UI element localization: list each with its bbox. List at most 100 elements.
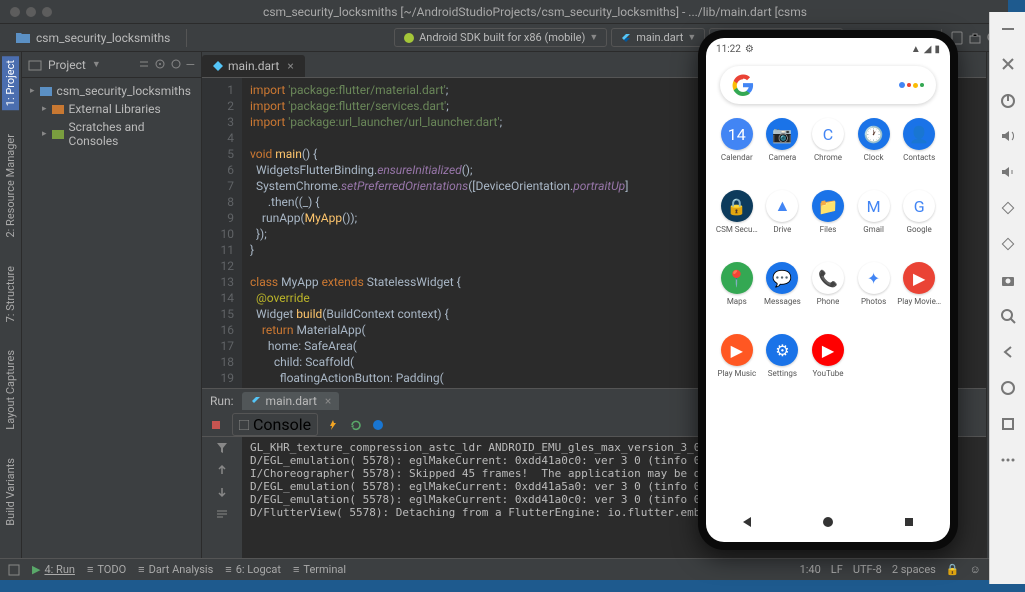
app-youtube[interactable]: ▶YouTube (805, 334, 851, 402)
app-csm-secu-[interactable]: 🔒CSM Secu… (714, 190, 760, 258)
app-camera[interactable]: 📷Camera (760, 118, 806, 186)
home-button[interactable] (821, 515, 835, 529)
app-icon: 🕐 (858, 118, 890, 150)
status-info[interactable]: 2 spaces (892, 563, 936, 576)
app-chrome[interactable]: C Chrome (805, 118, 851, 186)
app-label: Play Movie… (897, 297, 941, 306)
hide-panel-button[interactable]: — (186, 58, 195, 72)
stop-icon[interactable] (210, 419, 222, 431)
emulator-screen[interactable]: 11:22 ⚙ ▲ ◢ ▮ 14Calendar📷CameraCChrome🕐C… (706, 38, 950, 542)
app-clock[interactable]: 🕐Clock (851, 118, 897, 186)
emu-tool-zoom[interactable] (998, 306, 1018, 326)
google-search-bar[interactable] (720, 66, 936, 104)
app-files[interactable]: 📁Files (805, 190, 851, 258)
device-dropdown[interactable]: Android SDK built for x86 (mobile) ▼ (394, 28, 607, 47)
emu-tool-back[interactable] (998, 342, 1018, 362)
tool-windows-icon[interactable] (8, 564, 20, 576)
app-drive[interactable]: ▲Drive (760, 190, 806, 258)
face-icon[interactable]: ☺ (970, 563, 981, 576)
status-info[interactable]: UTF-8 (853, 563, 882, 576)
app-label: Play Music (717, 369, 756, 378)
wrap-icon[interactable] (215, 507, 229, 521)
emu-tool-rotate-left[interactable] (998, 198, 1018, 218)
emu-tool-overview[interactable] (998, 414, 1018, 434)
project-tree: ▸csm_security_locksmiths▸External Librar… (22, 78, 201, 154)
app-icon: C (812, 118, 844, 150)
devtools-icon[interactable] (372, 419, 384, 431)
app-label: Files (820, 225, 837, 234)
status-info[interactable]: 1:40 (800, 563, 821, 576)
status-tab--logcat[interactable]: ≡ 6: Logcat (225, 563, 281, 576)
status-tab-dart-analysis[interactable]: ≡ Dart Analysis (138, 563, 213, 576)
filter-icon[interactable] (215, 441, 229, 455)
minimize-window-button[interactable] (26, 7, 36, 17)
project-breadcrumb[interactable]: csm_security_locksmiths (8, 31, 178, 45)
app-gmail[interactable]: MGmail (851, 190, 897, 258)
rail-tab-layout-captures[interactable]: Layout Captures (2, 346, 19, 434)
emu-tool-minimize[interactable] (998, 18, 1018, 38)
emu-tool-close[interactable] (998, 54, 1018, 74)
app-maps[interactable]: 📍Maps (714, 262, 760, 330)
app-label: Photos (861, 297, 886, 306)
restart-icon[interactable] (350, 419, 362, 431)
back-button[interactable] (740, 515, 754, 529)
app-label: Gmail (863, 225, 884, 234)
lightning-icon[interactable] (328, 419, 340, 431)
emu-tool-volume-down[interactable] (998, 162, 1018, 182)
app-label: Messages (764, 297, 801, 306)
app-calendar[interactable]: 14Calendar (714, 118, 760, 186)
app-play-movie-[interactable]: ▶Play Movie… (896, 262, 942, 330)
emu-tool-home[interactable] (998, 378, 1018, 398)
run-config-dropdown[interactable]: main.dart ▼ (611, 28, 705, 47)
up-icon[interactable] (215, 463, 229, 477)
emu-tool-power[interactable] (998, 90, 1018, 110)
gear-icon[interactable] (170, 58, 182, 70)
tree-item[interactable]: ▸csm_security_locksmiths (26, 82, 197, 100)
rail-tab--resource-manager[interactable]: 2: Resource Manager (2, 130, 19, 242)
app-phone[interactable]: 📞Phone (805, 262, 851, 330)
aim-icon[interactable] (154, 58, 166, 70)
sdk-manager-button[interactable] (968, 31, 982, 45)
app-photos[interactable]: ✦ Photos (851, 262, 897, 330)
emu-tool-rotate-right[interactable] (998, 234, 1018, 254)
app-icon: ✦ (858, 262, 890, 294)
status-tab--run[interactable]: ▶ 4: Run (32, 563, 75, 576)
run-label: Run: (210, 394, 234, 408)
emu-tool-volume-up[interactable] (998, 126, 1018, 146)
app-label: Drive (773, 225, 791, 234)
app-label: Chrome (814, 153, 842, 162)
console-tab[interactable]: Console (232, 413, 318, 436)
overview-button[interactable] (902, 515, 916, 529)
emu-tool-camera[interactable] (998, 270, 1018, 290)
collapse-icon[interactable] (138, 58, 150, 70)
rail-tab-build-variants[interactable]: Build Variants (2, 454, 19, 530)
chevron-down-icon: ▼ (92, 59, 101, 70)
rail-tab--project[interactable]: 1: Project (2, 56, 19, 110)
down-icon[interactable] (215, 485, 229, 499)
close-tab-icon[interactable]: × (287, 59, 293, 73)
tree-item[interactable]: ▸Scratches and Consoles (26, 118, 197, 150)
status-tab-todo[interactable]: ≡ TODO (87, 563, 126, 576)
run-tab[interactable]: main.dart × (242, 392, 340, 410)
dart-file-icon (212, 60, 224, 72)
app-google[interactable]: GGoogle (896, 190, 942, 258)
status-info[interactable]: LF (831, 563, 843, 576)
close-icon[interactable]: × (325, 394, 331, 408)
status-tab-terminal[interactable]: ≡ Terminal (293, 563, 346, 576)
app-settings[interactable]: ⚙Settings (760, 334, 806, 402)
lock-icon[interactable]: 🔒 (946, 563, 960, 576)
folder-icon (16, 32, 30, 43)
maximize-window-button[interactable] (42, 7, 52, 17)
emulator-toolbar (989, 12, 1025, 584)
tree-item[interactable]: ▸External Libraries (26, 100, 197, 118)
file-tab-main[interactable]: main.dart × (202, 55, 305, 77)
emu-tool-more[interactable] (998, 450, 1018, 470)
app-contacts[interactable]: 👤Contacts (896, 118, 942, 186)
rail-tab--structure[interactable]: 7: Structure (2, 262, 19, 326)
app-play-music[interactable]: ▶Play Music (714, 334, 760, 402)
chevron-down-icon: ▼ (687, 32, 696, 43)
project-panel-header[interactable]: Project ▼ — (22, 52, 201, 78)
close-window-button[interactable] (10, 7, 20, 17)
assistant-icon[interactable] (899, 82, 924, 88)
app-messages[interactable]: 💬Messages (760, 262, 806, 330)
